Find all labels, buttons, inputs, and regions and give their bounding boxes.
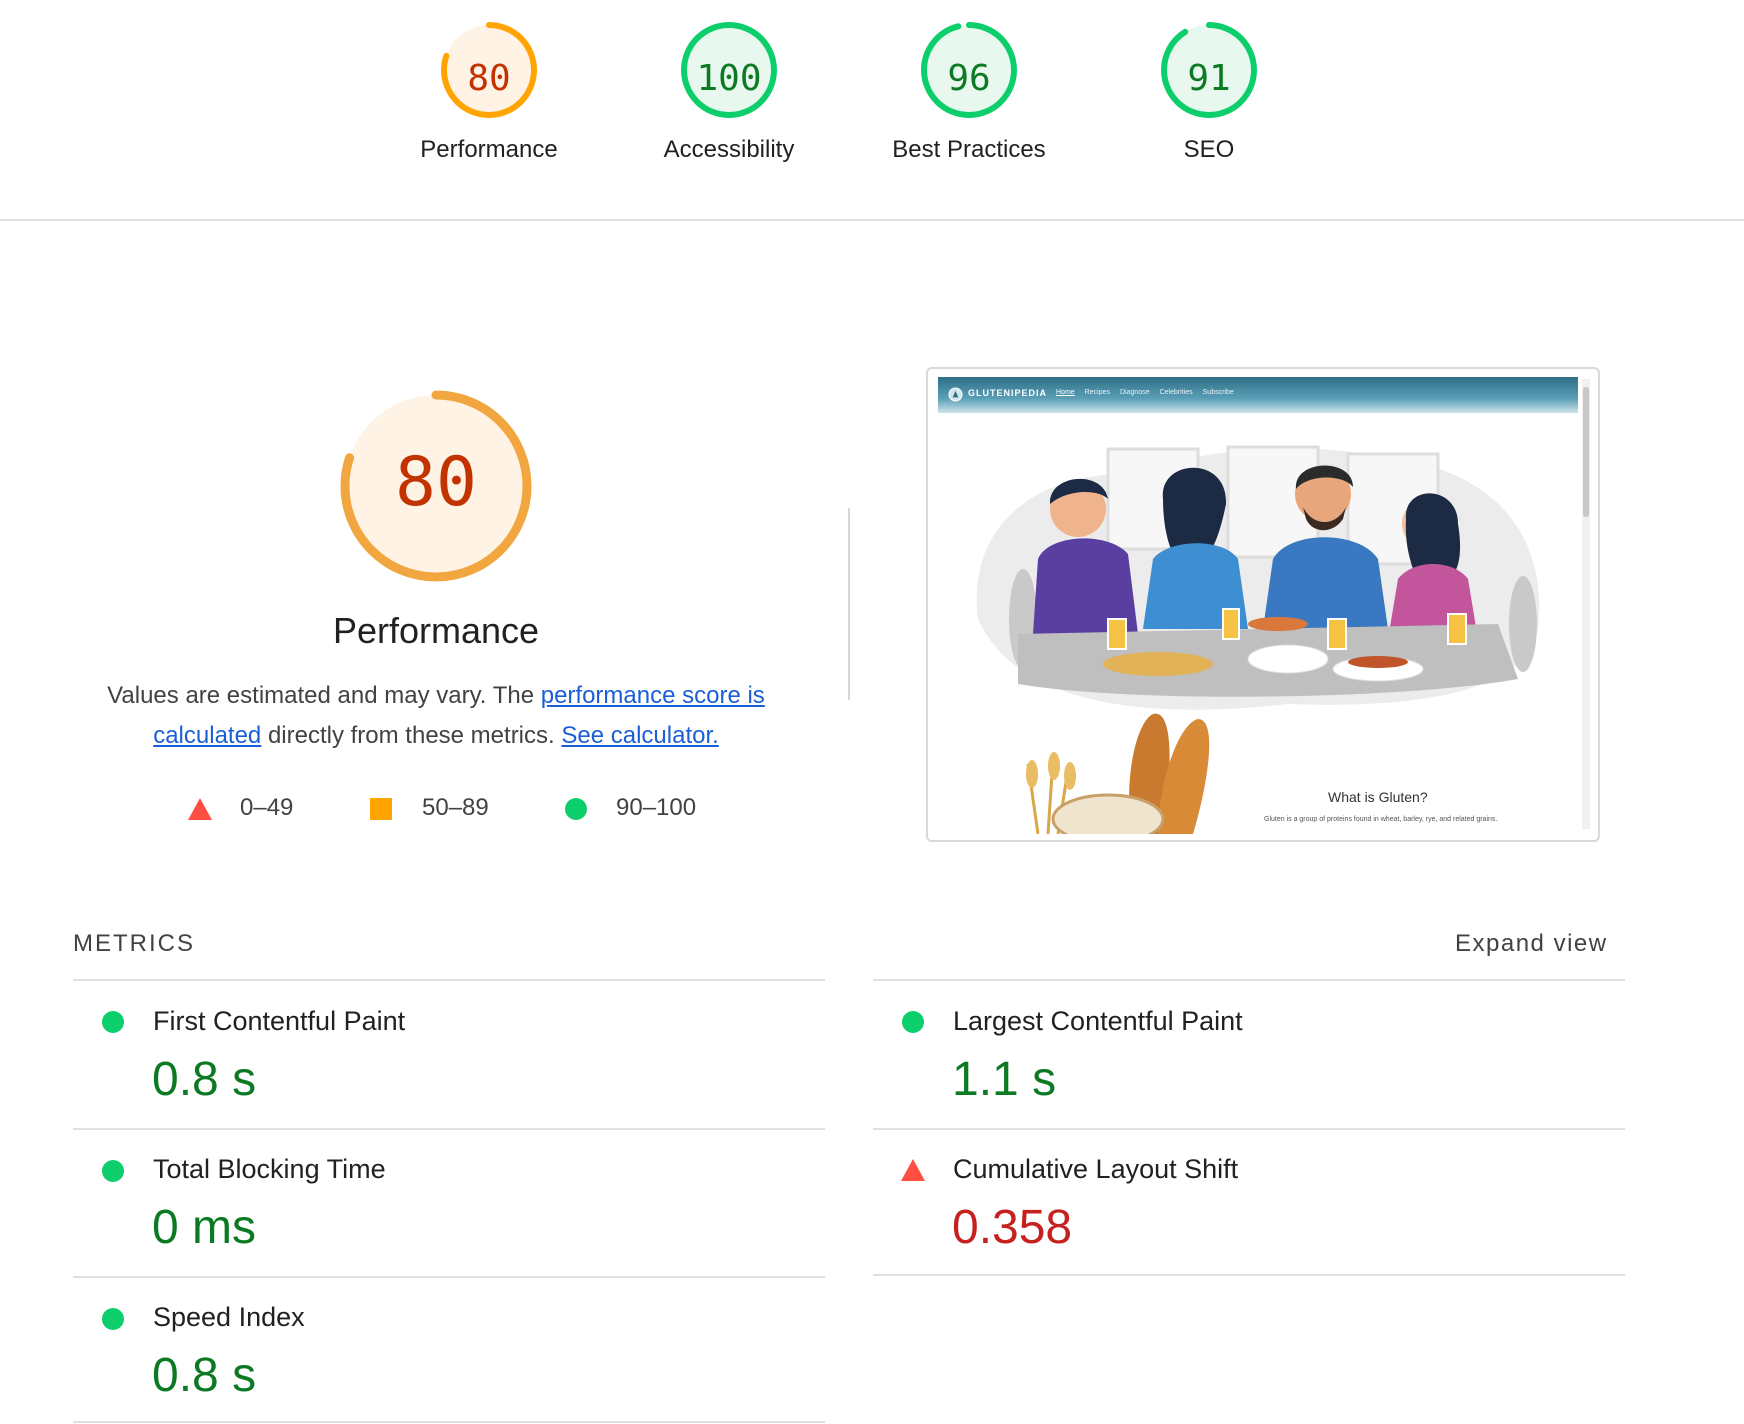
performance-title: Performance — [332, 610, 540, 651]
metric-label: First Contentful Paint — [153, 1006, 406, 1036]
metric-value: 0.8 s — [152, 1053, 257, 1106]
thumb-paragraph: Gluten is a group of proteins found in w… — [1264, 816, 1498, 823]
circle-pass-icon — [102, 1308, 124, 1330]
performance-description: Values are estimated and may vary. The p… — [90, 676, 782, 756]
gauge-score: 80 — [467, 58, 511, 99]
gauge-label: SEO — [1183, 136, 1235, 163]
thumb-heading: What is Gluten? — [1328, 789, 1428, 805]
category-summary-bar: 80 Performance 100 Accessibility 96 Best… — [0, 0, 1744, 221]
divider — [873, 1128, 1625, 1130]
thumb-navbar: GLUTENIPEDIA Home Recipes Diagnose Celebrit… — [938, 377, 1578, 413]
divider — [73, 1421, 825, 1423]
gauge-performance[interactable]: 80 Performance — [369, 20, 609, 164]
metric-label: Speed Index — [153, 1302, 305, 1332]
square-average-icon — [370, 798, 392, 820]
metric-label: Cumulative Layout Shift — [953, 1154, 1239, 1184]
metric-label: Largest Contentful Paint — [953, 1006, 1243, 1036]
gauge-best-practices[interactable]: 96 Best Practices — [849, 20, 1089, 164]
bread-illustration — [1026, 713, 1210, 834]
divider — [73, 979, 825, 981]
thumb-nav-item: Subscribe — [1202, 389, 1234, 396]
gauge-seo[interactable]: 91 SEO — [1089, 20, 1329, 164]
metric-value: 1.1 s — [952, 1053, 1057, 1106]
legend-range: 0–49 — [240, 794, 294, 821]
gauge-score: 91 — [1187, 58, 1231, 99]
circle-pass-icon — [102, 1011, 124, 1033]
thumb-nav-item: Recipes — [1084, 389, 1110, 396]
divider — [873, 979, 1625, 981]
circle-pass-icon — [902, 1011, 924, 1033]
divider — [73, 1276, 825, 1278]
divider — [73, 1128, 825, 1130]
gauge-score: 96 — [947, 58, 991, 99]
final-screenshot-thumbnail[interactable]: GLUTENIPEDIA Home Recipes Diagnose Celebrit… — [926, 367, 1600, 842]
legend-range: 50–89 — [422, 794, 489, 821]
circle-pass-icon — [565, 798, 587, 820]
metrics-heading: METRICS — [73, 930, 195, 957]
triangle-fail-icon — [901, 1159, 925, 1181]
thumb-nav-links: Home Recipes Diagnose Celebrities Subscribe — [1056, 389, 1244, 396]
section-divider — [848, 508, 850, 700]
see-calculator-link[interactable]: See calculator. — [561, 722, 718, 749]
thumb-scrollbar — [1582, 379, 1590, 829]
triangle-fail-icon — [188, 798, 212, 820]
gauge-accessibility[interactable]: 100 Accessibility — [609, 20, 849, 164]
circle-pass-icon — [102, 1160, 124, 1182]
thumb-nav-item: Celebrities — [1159, 389, 1193, 396]
thumb-nav-item: Home — [1056, 389, 1075, 396]
gauge-label: Accessibility — [663, 136, 795, 163]
family-dinner-illustration — [976, 445, 1540, 710]
thumb-scrollbar-knob — [1583, 387, 1589, 517]
gauge-label: Best Practices — [892, 136, 1046, 163]
site-logo-icon — [948, 387, 963, 402]
metric-value: 0.8 s — [152, 1349, 257, 1402]
gauge-score: 100 — [696, 58, 762, 99]
metric-label: Total Blocking Time — [153, 1154, 386, 1184]
thumb-nav-item: Diagnose — [1119, 389, 1150, 396]
description-text: Values are estimated and may vary. The — [107, 682, 541, 709]
metric-value: 0 ms — [152, 1201, 257, 1254]
divider — [873, 1274, 1625, 1276]
performance-score: 80 — [395, 443, 477, 522]
gauge-label: Performance — [420, 136, 558, 163]
expand-view-toggle[interactable]: Expand view — [1455, 930, 1608, 958]
metric-value: 0.358 — [952, 1201, 1073, 1254]
legend-range: 90–100 — [616, 794, 697, 821]
thumb-brand: GLUTENIPEDIA — [968, 388, 1048, 398]
description-text: directly from these metrics. — [261, 722, 562, 749]
